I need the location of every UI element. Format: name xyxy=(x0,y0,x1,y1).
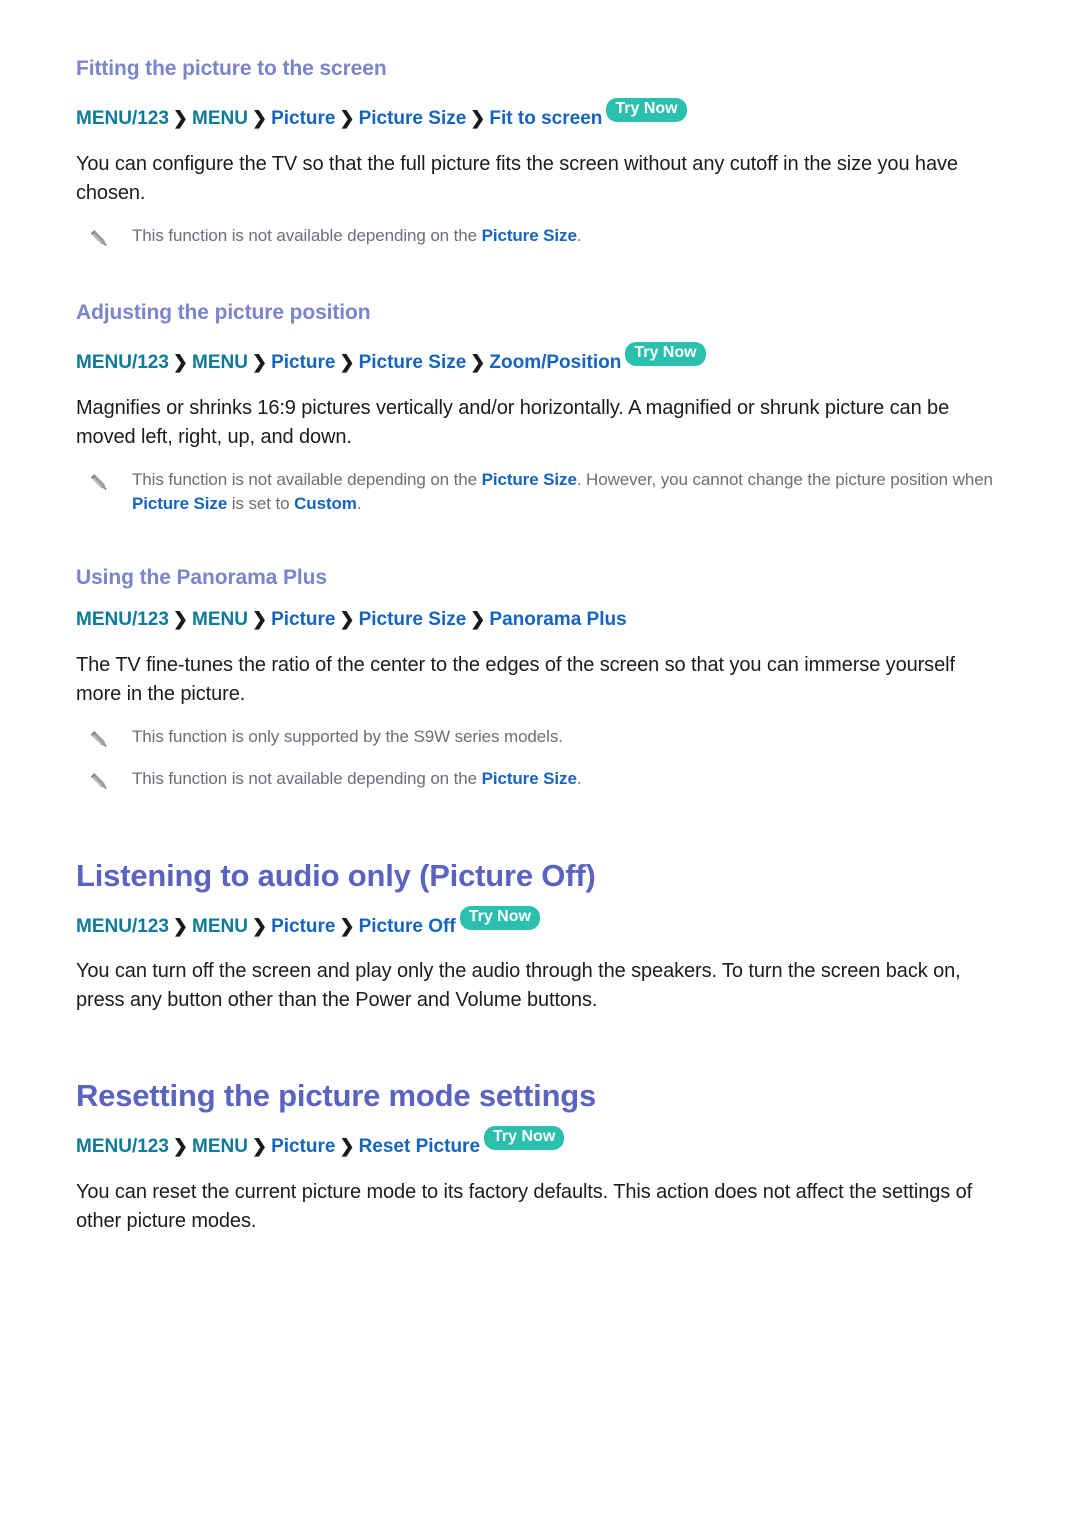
menu-label[interactable]: MENU xyxy=(192,609,248,630)
menu-path-reset: MENU/123 ❯ MENU ❯ Picture ❯ Reset Picture Try N… xyxy=(76,1126,1004,1160)
chevron-right-icon: ❯ xyxy=(251,1136,268,1157)
chevron-right-icon: ❯ xyxy=(470,352,486,373)
section-heading-fitting: Fitting the picture to the screen xyxy=(76,57,387,80)
menu-item-picture-size[interactable]: Picture Size xyxy=(359,352,467,373)
note-text: This function is not available depending… xyxy=(132,767,582,792)
menu-item-zoom-position[interactable]: Zoom/Position xyxy=(489,352,621,373)
note-text-pre: This function is not available depending… xyxy=(132,768,482,788)
note-link-picture-size-2[interactable]: Picture Size xyxy=(132,494,227,513)
section-body-adjusting: Magnifies or shrinks 16:9 pictures verti… xyxy=(76,396,950,448)
menu-123-label[interactable]: MENU/123 xyxy=(76,108,169,129)
chevron-right-icon: ❯ xyxy=(172,1136,189,1157)
section-heading-reset: Resetting the picture mode settings xyxy=(76,1078,597,1114)
menu-path-panorama: MENU/123 ❯ MENU ❯ Picture ❯ Picture Size ❯ Panor… xyxy=(76,607,1004,633)
section-body-panorama: The TV fine-tunes the ratio of the cente… xyxy=(76,653,955,705)
chevron-right-icon: ❯ xyxy=(172,915,189,936)
menu-path-fitting: MENU/123 ❯ MENU ❯ Picture ❯ Picture Size ❯ Fit t… xyxy=(76,98,1004,132)
chevron-right-icon: ❯ xyxy=(339,915,355,936)
chevron-right-icon: ❯ xyxy=(470,609,486,630)
pencil-note-icon xyxy=(88,228,112,252)
menu-item-picture-size[interactable]: Picture Size xyxy=(359,609,467,630)
chevron-right-icon: ❯ xyxy=(339,108,355,129)
menu-123-label[interactable]: MENU/123 xyxy=(76,609,169,630)
menu-label[interactable]: MENU xyxy=(192,108,248,129)
note-item: This function is not available depending… xyxy=(76,767,1004,795)
note-text-mid2: is set to xyxy=(227,494,295,514)
menu-label[interactable]: MENU xyxy=(192,352,248,373)
chevron-right-icon: ❯ xyxy=(470,108,486,129)
menu-item-panorama-plus[interactable]: Panorama Plus xyxy=(489,609,626,630)
chevron-right-icon: ❯ xyxy=(172,108,189,129)
chevron-right-icon: ❯ xyxy=(339,609,355,630)
note-link-custom[interactable]: Custom xyxy=(294,494,357,513)
section-body-reset: You can reset the current picture mode t… xyxy=(76,1180,973,1232)
chevron-right-icon: ❯ xyxy=(251,915,268,936)
try-now-badge[interactable]: Try Now xyxy=(459,905,540,930)
menu-item-picture[interactable]: Picture xyxy=(271,916,335,937)
section-body-picture-off: You can turn off the screen and play onl… xyxy=(76,960,961,1012)
chevron-right-icon: ❯ xyxy=(251,352,268,373)
section-heading-adjusting: Adjusting the picture position xyxy=(76,300,371,324)
note-text-post: . xyxy=(576,225,582,245)
note-text-post: . xyxy=(576,768,582,788)
note-item: This function is not available depending… xyxy=(76,224,1004,252)
chevron-right-icon: ❯ xyxy=(172,352,189,373)
note-text: This function is not available depending… xyxy=(132,224,582,249)
note-text-pre: This function is not available depending… xyxy=(132,225,482,245)
menu-item-picture-off[interactable]: Picture Off xyxy=(359,916,456,937)
note-link-picture-size[interactable]: Picture Size xyxy=(482,470,577,489)
pencil-note-icon xyxy=(88,729,112,753)
note-link-picture-size[interactable]: Picture Size xyxy=(482,226,577,245)
menu-item-fit-to-screen[interactable]: Fit to screen xyxy=(489,108,602,129)
note-text: This function is not available depending… xyxy=(132,468,1004,517)
note-link-picture-size[interactable]: Picture Size xyxy=(482,769,577,788)
menu-item-picture[interactable]: Picture xyxy=(271,609,335,630)
try-now-badge[interactable]: Try Now xyxy=(606,98,687,123)
menu-item-picture-size[interactable]: Picture Size xyxy=(359,108,467,129)
chevron-right-icon: ❯ xyxy=(339,352,355,373)
note-text-mid: . However, you cannot change the picture… xyxy=(576,469,993,489)
section-heading-picture-off: Listening to audio only (Picture Off) xyxy=(76,857,596,893)
note-item: This function is not available depending… xyxy=(76,468,1004,517)
menu-label[interactable]: MENU xyxy=(192,916,248,937)
pencil-note-icon xyxy=(88,771,112,795)
menu-path-adjusting: MENU/123 ❯ MENU ❯ Picture ❯ Picture Size ❯ Zoom/… xyxy=(76,342,1004,376)
chevron-right-icon: ❯ xyxy=(172,609,189,630)
menu-item-picture[interactable]: Picture xyxy=(271,352,335,373)
menu-123-label[interactable]: MENU/123 xyxy=(76,916,169,937)
document-page: Fitting the picture to the screen MENU/1… xyxy=(0,0,1080,1527)
menu-123-label[interactable]: MENU/123 xyxy=(76,1136,169,1157)
try-now-badge[interactable]: Try Now xyxy=(625,342,706,367)
note-text-post: . xyxy=(356,494,362,514)
menu-item-picture[interactable]: Picture xyxy=(271,1136,335,1157)
note-text: This function is only supported by the S… xyxy=(132,725,563,750)
menu-item-reset-picture[interactable]: Reset Picture xyxy=(359,1136,480,1157)
pencil-note-icon xyxy=(88,472,112,496)
note-text-pre: This function is only supported by the S… xyxy=(132,726,563,746)
menu-path-picture-off: MENU/123 ❯ MENU ❯ Picture ❯ Picture Off Try Now xyxy=(76,905,1004,940)
chevron-right-icon: ❯ xyxy=(251,609,268,630)
section-heading-panorama: Using the Panorama Plus xyxy=(76,566,327,590)
try-now-badge[interactable]: Try Now xyxy=(484,1126,565,1151)
section-body-fitting: You can configure the TV so that the ful… xyxy=(76,152,958,204)
menu-item-picture[interactable]: Picture xyxy=(271,108,335,129)
menu-123-label[interactable]: MENU/123 xyxy=(76,352,169,373)
menu-label[interactable]: MENU xyxy=(192,1136,248,1157)
chevron-right-icon: ❯ xyxy=(251,108,268,129)
chevron-right-icon: ❯ xyxy=(339,1136,355,1157)
note-item: This function is only supported by the S… xyxy=(76,725,1004,753)
note-text-pre: This function is not available depending… xyxy=(132,469,482,489)
